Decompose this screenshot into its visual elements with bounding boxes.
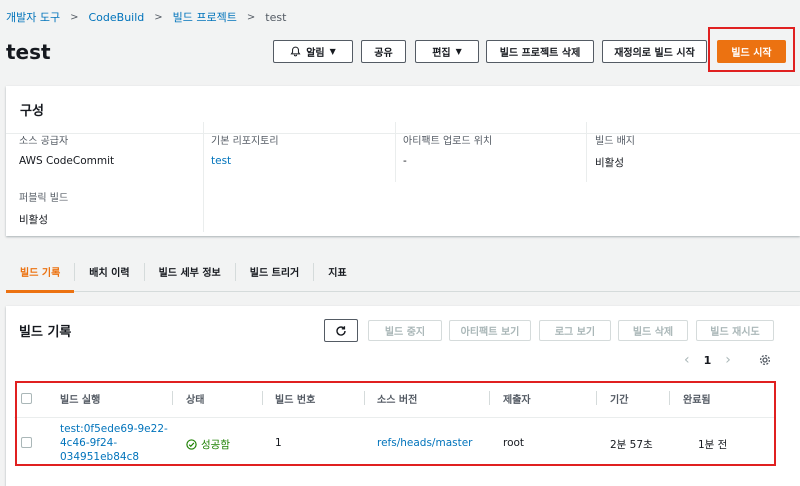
build-badge-field: 빌드 배지 비활성	[595, 132, 635, 170]
pagination: ‹ 1 ›	[684, 352, 731, 368]
share-label: 공유	[374, 48, 393, 59]
public-build-label: 퍼블릭 빌드	[19, 193, 69, 204]
tab-batch-history[interactable]: 배치 이력	[75, 252, 143, 292]
primary-repo-field: 기본 리포지토리 test	[211, 132, 279, 167]
primary-repo-label: 기본 리포지토리	[211, 136, 279, 147]
view-logs-button[interactable]: 로그 보기	[539, 320, 611, 341]
current-page[interactable]: 1	[704, 354, 712, 367]
delete-project-button[interactable]: 빌드 프로젝트 삭제	[486, 40, 594, 63]
start-build-with-overrides-label: 재정의로 빌드 시작	[614, 48, 695, 59]
stop-build-button[interactable]: 빌드 중지	[368, 320, 442, 341]
page-title: test	[6, 40, 51, 64]
tab-build-triggers[interactable]: 빌드 트리거	[236, 252, 313, 292]
chevron-left-icon[interactable]: ‹	[684, 352, 690, 368]
primary-repo-link[interactable]: test	[211, 155, 279, 167]
breadcrumb-separator: >	[246, 11, 256, 23]
column-divider	[395, 122, 396, 182]
build-history-title: 빌드 기록	[19, 325, 72, 340]
edit-button[interactable]: 편집 ▼	[415, 40, 479, 63]
retry-build-button[interactable]: 빌드 재시도	[696, 320, 774, 341]
build-history-panel: 빌드 기록 빌드 중지 아티팩트 보기 로그 보기 빌드 삭제 빌드 재시도 ‹…	[6, 306, 800, 486]
delete-build-button[interactable]: 빌드 삭제	[618, 320, 688, 341]
start-build-with-overrides-button[interactable]: 재정의로 빌드 시작	[602, 40, 707, 63]
view-artifacts-button[interactable]: 아티팩트 보기	[449, 320, 531, 341]
notify-button[interactable]: 알림 ▼	[273, 40, 353, 63]
artifact-location-label: 아티팩트 업로드 위치	[403, 136, 493, 147]
notify-label: 알림	[306, 48, 325, 59]
breadcrumb-developer-tools[interactable]: 개발자 도구	[6, 9, 60, 25]
build-badge-label: 빌드 배지	[595, 136, 635, 147]
config-title: 구성	[6, 86, 800, 134]
bell-icon	[290, 46, 301, 57]
breadcrumb-separator: >	[70, 11, 79, 23]
tab-metrics[interactable]: 지표	[314, 252, 360, 292]
delete-project-label: 빌드 프로젝트 삭제	[499, 48, 581, 59]
column-divider	[203, 122, 204, 232]
source-provider-field: 소스 공급자 AWS CodeCommit 퍼블릭 빌드 비활성	[19, 132, 114, 227]
breadcrumb-build-projects[interactable]: 빌드 프로젝트	[173, 9, 237, 25]
tab-build-history[interactable]: 빌드 기록	[6, 252, 75, 293]
artifact-location-field: 아티팩트 업로드 위치 -	[403, 132, 492, 167]
tab-build-details[interactable]: 빌드 세부 정보	[145, 252, 235, 292]
chevron-right-icon[interactable]: ›	[725, 352, 731, 368]
breadcrumb-codebuild[interactable]: CodeBuild	[89, 11, 145, 24]
project-tabs: 빌드 기록 배치 이력 빌드 세부 정보 빌드 트리거 지표	[6, 252, 800, 293]
refresh-icon	[336, 325, 346, 336]
breadcrumb: 개발자 도구 > CodeBuild > 빌드 프로젝트 > test	[6, 9, 286, 25]
caret-down-icon: ▼	[329, 47, 336, 56]
config-panel: 구성 소스 공급자 AWS CodeCommit 퍼블릭 빌드 비활성 기본 리…	[6, 86, 800, 236]
start-build-highlight	[708, 27, 795, 72]
edit-label: 편집	[432, 48, 451, 59]
breadcrumb-current: test	[265, 10, 287, 24]
table-highlight	[15, 381, 776, 466]
breadcrumb-separator: >	[154, 11, 163, 23]
refresh-button[interactable]	[324, 319, 358, 342]
caret-down-icon: ▼	[455, 47, 462, 56]
settings-gear-icon[interactable]	[759, 354, 771, 366]
source-provider-value: AWS CodeCommit	[19, 155, 115, 167]
source-provider-label: 소스 공급자	[19, 136, 69, 147]
column-divider	[586, 122, 587, 182]
public-build-value: 비활성	[19, 214, 48, 226]
share-button[interactable]: 공유	[361, 40, 406, 63]
build-badge-value: 비활성	[595, 157, 624, 169]
artifact-location-value: -	[403, 155, 407, 167]
